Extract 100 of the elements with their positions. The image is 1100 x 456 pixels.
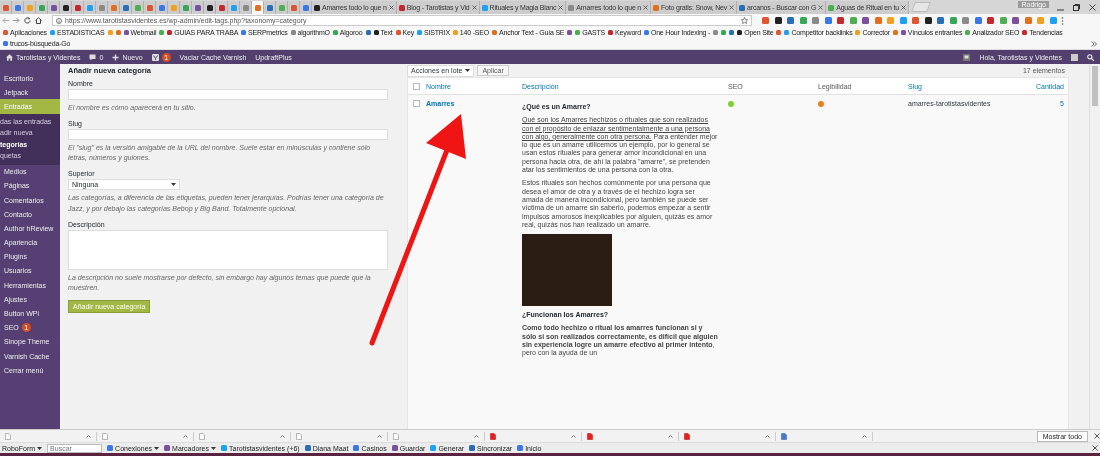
toolbar-icon: [469, 445, 476, 451]
chevron-up-icon[interactable]: [377, 434, 382, 438]
caret-icon: [465, 69, 471, 72]
favicon-icon: [1022, 30, 1028, 35]
close-icon[interactable]: [1092, 445, 1098, 451]
close-icon[interactable]: [1089, 4, 1096, 11]
favicon-icon: [900, 30, 906, 35]
close-icon[interactable]: [1094, 433, 1100, 439]
plus-icon: [112, 53, 120, 61]
favicon-icon: [167, 30, 173, 35]
favicon-icon: [481, 4, 488, 11]
file-icon[interactable]: [393, 432, 399, 440]
seo-plugin-icon[interactable]: [151, 53, 159, 61]
checkbox[interactable]: [413, 100, 420, 107]
browser-tab[interactable]: [204, 1, 216, 14]
house-icon: [6, 53, 13, 61]
toolbar-icon: [221, 445, 227, 451]
caret-icon: [171, 183, 176, 187]
chevron-icon[interactable]: [1091, 40, 1097, 47]
chevron-up-icon[interactable]: [183, 434, 188, 438]
caret-icon: [154, 446, 160, 450]
bookmark-icon: [567, 30, 573, 35]
star-icon[interactable]: [741, 17, 748, 24]
favicon-icon: [965, 30, 971, 35]
favicon-icon: [452, 30, 458, 35]
toolbar-icon: [304, 445, 311, 451]
new-tab-button[interactable]: [911, 2, 931, 12]
chevron-up-icon[interactable]: [862, 434, 867, 438]
favicon-icon: [417, 30, 423, 35]
bookmark-icon: [776, 30, 782, 35]
close-icon[interactable]: [558, 5, 564, 10]
chevron-up-icon[interactable]: [765, 434, 770, 438]
favicon-icon: [855, 30, 861, 35]
file-icon[interactable]: [102, 432, 108, 440]
forward-arrow-icon[interactable]: [13, 17, 20, 24]
chevron-up-icon[interactable]: [571, 434, 576, 438]
favicon-icon: [739, 4, 746, 11]
checkbox[interactable]: [413, 82, 420, 90]
favicon-icon: [290, 30, 296, 35]
chevron-up-icon[interactable]: [280, 434, 285, 438]
favicon-icon: [373, 30, 379, 35]
toolbar-icon: [517, 445, 524, 451]
bookmark-icon: [365, 30, 371, 35]
info-icon: [56, 17, 62, 24]
favicon-icon: [395, 30, 401, 35]
file-icon[interactable]: [199, 432, 205, 440]
close-icon[interactable]: [471, 5, 477, 10]
favicon-icon: [398, 4, 405, 11]
close-icon[interactable]: [900, 5, 906, 10]
chevron-up-icon[interactable]: [668, 434, 673, 438]
file-icon[interactable]: [684, 432, 690, 440]
menu-icon[interactable]: [1060, 16, 1064, 25]
reload-icon[interactable]: [24, 17, 31, 24]
browser-tab[interactable]: [60, 1, 72, 14]
search-icon[interactable]: [1087, 53, 1094, 61]
file-icon[interactable]: [587, 432, 593, 440]
close-icon[interactable]: [729, 5, 735, 10]
text-field[interactable]: [68, 89, 388, 100]
toolbar-icon: [107, 445, 114, 451]
favicon-icon: [241, 30, 247, 35]
scrollbar-thumb[interactable]: [1092, 66, 1098, 106]
favicon-icon: [332, 30, 338, 35]
caret-icon: [211, 446, 216, 450]
file-icon[interactable]: [296, 432, 302, 440]
caret-icon: [37, 446, 43, 450]
favicon-icon: [653, 4, 660, 11]
file-icon[interactable]: [490, 432, 496, 440]
toolbar-icon: [164, 445, 171, 451]
toolbar-icon: [353, 445, 360, 451]
favicon-icon: [608, 30, 614, 35]
notification-icon[interactable]: [963, 53, 971, 61]
scrollbar[interactable]: [1089, 64, 1100, 429]
close-icon[interactable]: [818, 5, 824, 10]
favicon-icon: [49, 30, 55, 35]
favicon-icon: [3, 30, 8, 35]
text-field[interactable]: [68, 129, 388, 141]
favicon-icon: [123, 30, 129, 35]
favicon-icon: [784, 30, 790, 35]
file-icon[interactable]: [781, 432, 787, 440]
close-icon[interactable]: [643, 5, 649, 10]
chevron-up-icon[interactable]: [474, 434, 479, 438]
bookmark-icon: [159, 30, 165, 35]
avatar[interactable]: [1071, 53, 1078, 61]
favicon-icon: [3, 41, 8, 46]
comment-icon: [89, 53, 97, 61]
toolbar-icon: [430, 445, 437, 451]
favicon-icon: [492, 30, 497, 35]
description-field[interactable]: [68, 229, 388, 270]
close-icon[interactable]: [388, 5, 394, 10]
favicon-icon: [575, 30, 581, 35]
restore-icon[interactable]: [1073, 4, 1080, 11]
home-icon[interactable]: [35, 17, 42, 24]
chevron-up-icon[interactable]: [86, 434, 91, 438]
back-arrow-icon[interactable]: [2, 17, 9, 24]
favicon-icon: [568, 4, 575, 11]
toolbar-icon: [391, 445, 398, 451]
favicon-icon: [828, 4, 835, 11]
file-icon[interactable]: [5, 432, 11, 440]
bookmark-icon: [892, 30, 898, 35]
favicon-icon: [737, 30, 743, 35]
